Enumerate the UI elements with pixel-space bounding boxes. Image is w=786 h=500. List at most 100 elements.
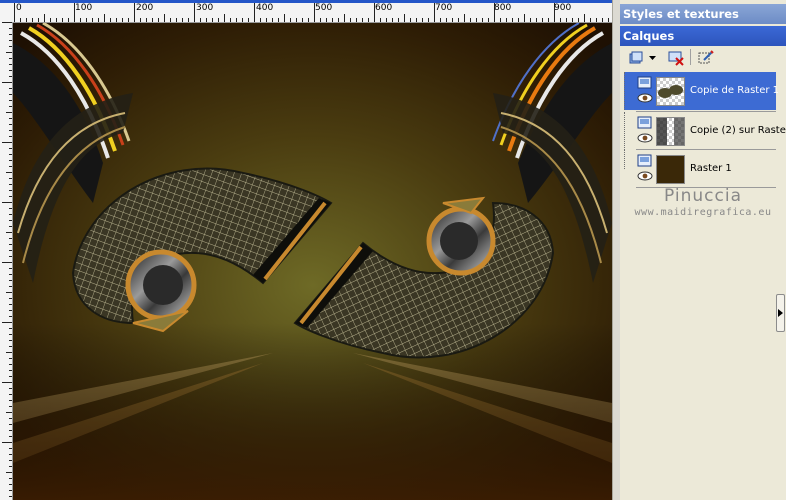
ruler-tick <box>176 18 177 22</box>
ruler-tick <box>464 14 465 22</box>
ruler-tick <box>9 430 12 431</box>
ruler-tick <box>9 208 12 209</box>
ruler-tick <box>446 18 447 22</box>
ruler-tick <box>188 18 189 22</box>
ruler-tick <box>236 18 237 22</box>
ruler-tick <box>224 14 225 22</box>
ruler-tick <box>368 18 369 22</box>
ruler-tick <box>6 52 12 53</box>
ruler-tick <box>9 58 12 59</box>
ruler-tick <box>9 256 12 257</box>
styles-palette-title[interactable]: Styles et textures <box>620 4 786 24</box>
ruler-tick <box>9 190 12 191</box>
delete-layer-button[interactable] <box>664 47 688 69</box>
chevron-right-icon <box>778 309 783 317</box>
ruler-tick <box>170 18 171 22</box>
ruler-tick <box>134 3 135 22</box>
new-layer-button[interactable] <box>624 47 648 69</box>
ruler-tick <box>9 154 12 155</box>
ruler-label: 200 <box>136 3 154 13</box>
ruler-tick <box>9 226 12 227</box>
ruler-tick <box>20 18 21 22</box>
ruler-tick <box>9 220 12 221</box>
ruler-tick <box>9 70 12 71</box>
ruler-tick <box>518 18 519 22</box>
ruler-label: 500 <box>315 3 333 13</box>
ruler-tick <box>9 364 12 365</box>
ruler-tick <box>122 18 123 22</box>
dropdown-arrow-icon <box>648 55 656 60</box>
layer-icons <box>636 116 656 146</box>
ruler-tick <box>596 18 597 22</box>
ruler-tick <box>50 18 51 22</box>
ruler-tick <box>9 274 12 275</box>
ruler-tick <box>488 18 489 22</box>
ruler-tick <box>152 18 153 22</box>
layers-palette-title[interactable]: Calques <box>620 26 786 46</box>
ruler-tick <box>9 184 12 185</box>
ruler-tick <box>584 14 585 22</box>
ruler-tick <box>320 18 321 22</box>
ruler-tick <box>9 328 12 329</box>
layer-thumbnail <box>656 77 685 106</box>
ruler-tick <box>9 370 12 371</box>
watermark-name: Pinuccia <box>664 186 742 206</box>
ruler-tick <box>9 88 12 89</box>
ruler-tick <box>9 490 12 491</box>
ruler-tick <box>428 18 429 22</box>
ruler-tick <box>6 472 12 473</box>
ruler-tick <box>2 142 12 143</box>
ruler-tick <box>9 130 12 131</box>
ruler-tick <box>602 18 603 22</box>
ruler-tick <box>2 322 12 323</box>
layer-thumbnail <box>656 155 685 184</box>
ruler-tick <box>578 18 579 22</box>
ruler-tick <box>9 334 12 335</box>
ruler-tick <box>2 382 12 383</box>
ruler-tick <box>9 406 12 407</box>
ruler-tick <box>9 244 12 245</box>
ruler-tick <box>536 18 537 22</box>
ruler-tick <box>9 304 12 305</box>
ruler-label: 600 <box>375 3 393 13</box>
ruler-tick <box>9 46 12 47</box>
layer-row[interactable]: Copie (2) sur Raster <box>624 112 786 150</box>
tree-indent <box>624 150 633 169</box>
image-canvas[interactable] <box>13 23 612 500</box>
ruler-tick <box>9 298 12 299</box>
ruler-tick <box>164 14 165 22</box>
visibility-eye-icon[interactable] <box>637 171 653 181</box>
ruler-tick <box>6 292 12 293</box>
ruler-tick <box>9 394 12 395</box>
layer-row[interactable]: Raster 1 <box>624 150 776 188</box>
ruler-tick <box>530 18 531 22</box>
ruler-tick <box>9 76 12 77</box>
ruler-tick <box>356 18 357 22</box>
ruler-tick <box>9 250 12 251</box>
panel-collapse-handle[interactable] <box>776 294 785 332</box>
tree-indent <box>624 112 633 150</box>
ruler-tick <box>68 18 69 22</box>
ruler-tick <box>98 18 99 22</box>
edit-layer-button[interactable] <box>694 47 718 69</box>
layer-row[interactable]: Copie de Raster 1 <box>624 72 779 110</box>
ruler-tick <box>548 18 549 22</box>
ruler-tick <box>476 18 477 22</box>
ruler-tick <box>9 418 12 419</box>
visibility-eye-icon[interactable] <box>637 133 653 143</box>
ruler-tick <box>9 40 12 41</box>
ruler-tick <box>6 352 12 353</box>
visibility-eye-icon[interactable] <box>637 93 653 103</box>
ruler-tick <box>56 18 57 22</box>
new-layer-dropdown[interactable] <box>646 47 658 69</box>
ruler-tick <box>9 166 12 167</box>
ruler-tick <box>200 18 201 22</box>
ruler-tick <box>206 18 207 22</box>
ruler-tick <box>9 424 12 425</box>
right-palette-panel: Styles et textures Calques Copie de Rast… <box>620 0 786 500</box>
ruler-tick <box>182 18 183 22</box>
ruler-tick <box>9 310 12 311</box>
ruler-label: 100 <box>75 3 93 13</box>
ruler-tick <box>302 18 303 22</box>
ruler-tick <box>512 18 513 22</box>
